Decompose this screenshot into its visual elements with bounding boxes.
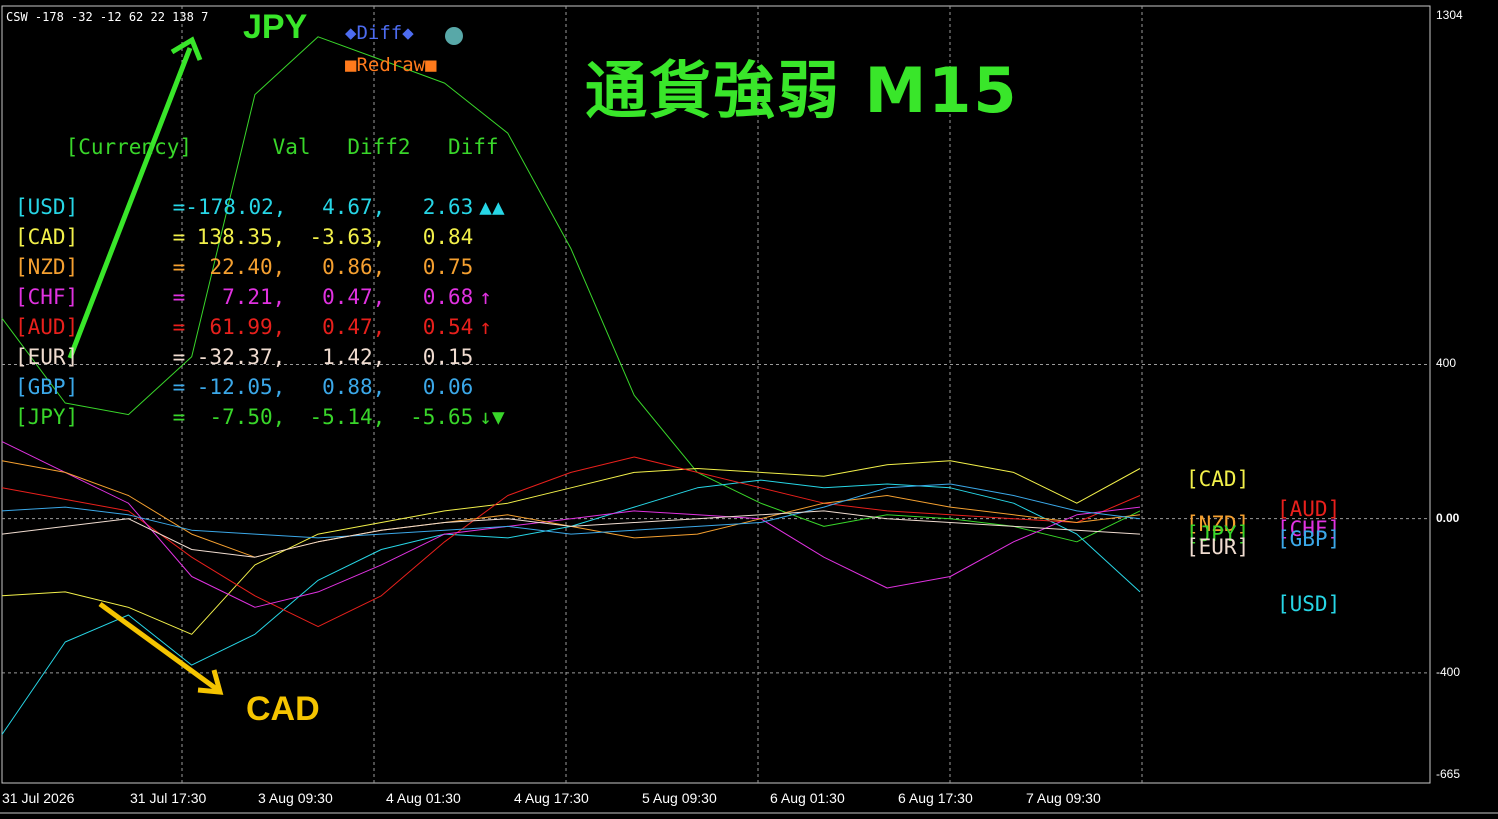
row-currency: [CHF] (15, 285, 79, 309)
row-diff: 0.68 (422, 285, 474, 309)
row-eq: = (160, 195, 186, 219)
y-tick-label: -665 (1436, 767, 1461, 781)
table-row: [EUR] = -32.37, 1.42, 0.15 (15, 342, 529, 372)
row-diff: 0.84 (422, 225, 474, 249)
row-val: 22.40, (209, 255, 286, 279)
row-mark: ↑ (479, 315, 492, 339)
row-diff2: 1.42, (322, 345, 386, 369)
row-diff2: 0.88, (322, 375, 386, 399)
header-currency: [Currency] (65, 135, 193, 159)
row-diff: 0.15 (422, 345, 474, 369)
series-line (1, 460, 1141, 635)
row-mark: ▲▲ (479, 195, 505, 219)
table-row: [USD] =-178.02, 4.67, 2.63 ▲▲ (15, 192, 529, 222)
row-val: -12.05, (196, 375, 286, 399)
row-val: -178.02, (185, 195, 287, 219)
row-currency: [NZD] (15, 255, 79, 279)
row-currency: [EUR] (15, 345, 79, 369)
row-val: 7.21, (222, 285, 286, 309)
header-val: Val (272, 135, 311, 159)
y-tick-label: 400 (1436, 356, 1457, 371)
window-caption: CSW -178 -32 -12 62 22 138 7 (6, 10, 209, 24)
row-eq: = (160, 285, 186, 309)
row-diff2: 0.47, (322, 285, 386, 309)
legend-tag: [USD] (1277, 592, 1341, 616)
row-diff: 0.75 (422, 255, 474, 279)
x-tick-label: 31 Jul 17:30 (130, 790, 207, 806)
row-eq: = (160, 255, 186, 279)
table-row: [CHF] = 7.21, 0.47, 0.68 ↑ (15, 282, 529, 312)
header-diff: Diff (448, 135, 499, 159)
x-tick-label: 3 Aug 09:30 (258, 790, 333, 806)
row-val: 138.35, (196, 225, 286, 249)
row-mark: ↑ (479, 285, 492, 309)
table-row: [CAD] = 138.35, -3.63, 0.84 (15, 222, 529, 252)
x-tick-label: 31 Jul 2026 (2, 790, 75, 806)
y-tick-label: -400 (1436, 664, 1461, 679)
row-val: -32.37, (196, 345, 286, 369)
x-tick-label: 7 Aug 09:30 (1026, 790, 1101, 806)
row-diff2: 0.86, (322, 255, 386, 279)
y-tick-label: 0.00 (1436, 510, 1460, 525)
legend-tag: [GBP] (1277, 527, 1341, 551)
row-diff: 2.63 (422, 195, 474, 219)
row-diff: -5.65 (410, 405, 474, 429)
row-eq: = (160, 315, 186, 339)
legend-tag: [EUR] (1186, 535, 1250, 559)
row-currency: [GBP] (15, 375, 79, 399)
row-eq: = (160, 405, 186, 429)
table-row: [GBP] = -12.05, 0.88, 0.06 (15, 372, 529, 402)
table-header: [Currency] Val Diff2 Diff (15, 102, 529, 159)
currency-table: [Currency] Val Diff2 Diff [USD] =-178.02, 4.… (15, 42, 529, 462)
row-mark: ↓▼ (479, 405, 505, 429)
row-diff2: 4.67, (322, 195, 386, 219)
row-diff: 0.54 (422, 315, 474, 339)
legend-tag: [CAD] (1186, 467, 1250, 491)
x-tick-label: 5 Aug 09:30 (642, 790, 717, 806)
row-currency: [CAD] (15, 225, 79, 249)
series-line (1, 441, 1141, 608)
x-tick-label: 6 Aug 17:30 (898, 790, 973, 806)
row-currency: [JPY] (15, 405, 79, 429)
table-row: [AUD] = 61.99, 0.47, 0.54 ↑ (15, 312, 529, 342)
table-row: [NZD] = 22.40, 0.86, 0.75 (15, 252, 529, 282)
row-currency: [USD] (15, 195, 79, 219)
row-val: 61.99, (209, 315, 286, 339)
table-row: [JPY] = -7.50, -5.14, -5.65 ↓▼ (15, 402, 529, 432)
x-tick-label: 4 Aug 17:30 (514, 790, 589, 806)
row-currency: [AUD] (15, 315, 79, 339)
y-tick-label: 1304 (1436, 8, 1463, 22)
chart-title: 通貨強弱 M15 (585, 54, 1019, 127)
row-eq: = (160, 225, 186, 249)
cad-annotation: CAD (246, 690, 320, 728)
cad-trend-arrow (98, 601, 220, 693)
row-eq: = (160, 375, 186, 399)
row-diff2: 0.47, (322, 315, 386, 339)
row-diff2: -3.63, (309, 225, 386, 249)
table-body: [USD] =-178.02, 4.67, 2.63 ▲▲ [CAD] = 138.35,… (15, 192, 529, 432)
row-val: -7.50, (209, 405, 286, 429)
row-diff: 0.06 (422, 375, 474, 399)
diff-button[interactable]: ◆Diff◆ (345, 22, 414, 44)
series-line (1, 456, 1141, 628)
row-diff2: -5.14, (309, 405, 386, 429)
row-eq: = (160, 345, 186, 369)
x-tick-label: 4 Aug 01:30 (386, 790, 461, 806)
header-diff2: Diff2 (347, 135, 411, 159)
x-tick-label: 6 Aug 01:30 (770, 790, 845, 806)
